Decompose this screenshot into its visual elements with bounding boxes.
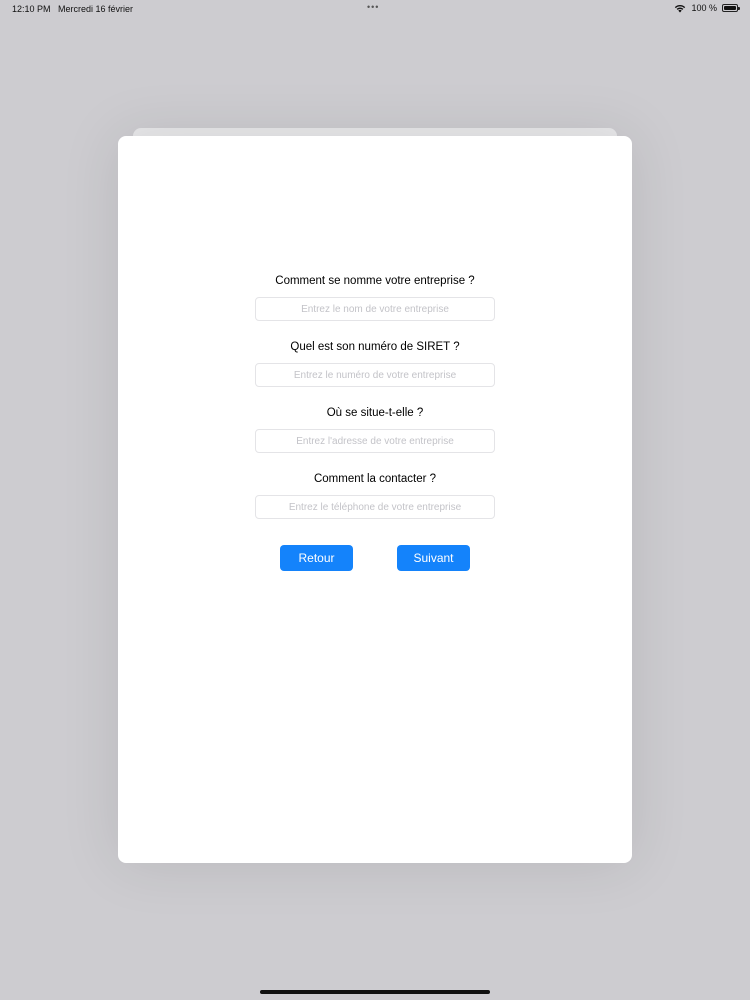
phone-label: Comment la contacter ? bbox=[313, 473, 437, 485]
status-date: Mercredi 16 février bbox=[58, 4, 134, 14]
company-form: Comment se nomme votre entreprise ? Quel… bbox=[118, 274, 632, 571]
modal-sheet: Comment se nomme votre entreprise ? Quel… bbox=[118, 136, 632, 863]
back-button[interactable]: Retour bbox=[280, 545, 353, 571]
company-name-input[interactable] bbox=[255, 297, 495, 321]
battery-icon bbox=[722, 4, 740, 12]
multitasking-dots[interactable]: ••• bbox=[367, 2, 379, 12]
siret-label: Quel est son numéro de SIRET ? bbox=[290, 341, 460, 353]
status-bar: 12:10 PM Mercredi 16 février ••• 100 % bbox=[0, 0, 750, 18]
siret-input[interactable] bbox=[255, 363, 495, 387]
address-input[interactable] bbox=[255, 429, 495, 453]
wifi-icon bbox=[675, 4, 686, 12]
status-right: 100 % bbox=[674, 3, 740, 13]
company-name-label: Comment se nomme votre entreprise ? bbox=[275, 275, 475, 287]
address-label: Où se situe-t-elle ? bbox=[326, 407, 424, 419]
battery-percentage: 100 % bbox=[691, 3, 717, 13]
home-indicator[interactable] bbox=[260, 990, 490, 994]
next-button[interactable]: Suivant bbox=[397, 545, 470, 571]
phone-input[interactable] bbox=[255, 495, 495, 519]
form-buttons: Retour Suivant bbox=[280, 545, 470, 571]
status-time: 12:10 PM bbox=[12, 4, 51, 14]
